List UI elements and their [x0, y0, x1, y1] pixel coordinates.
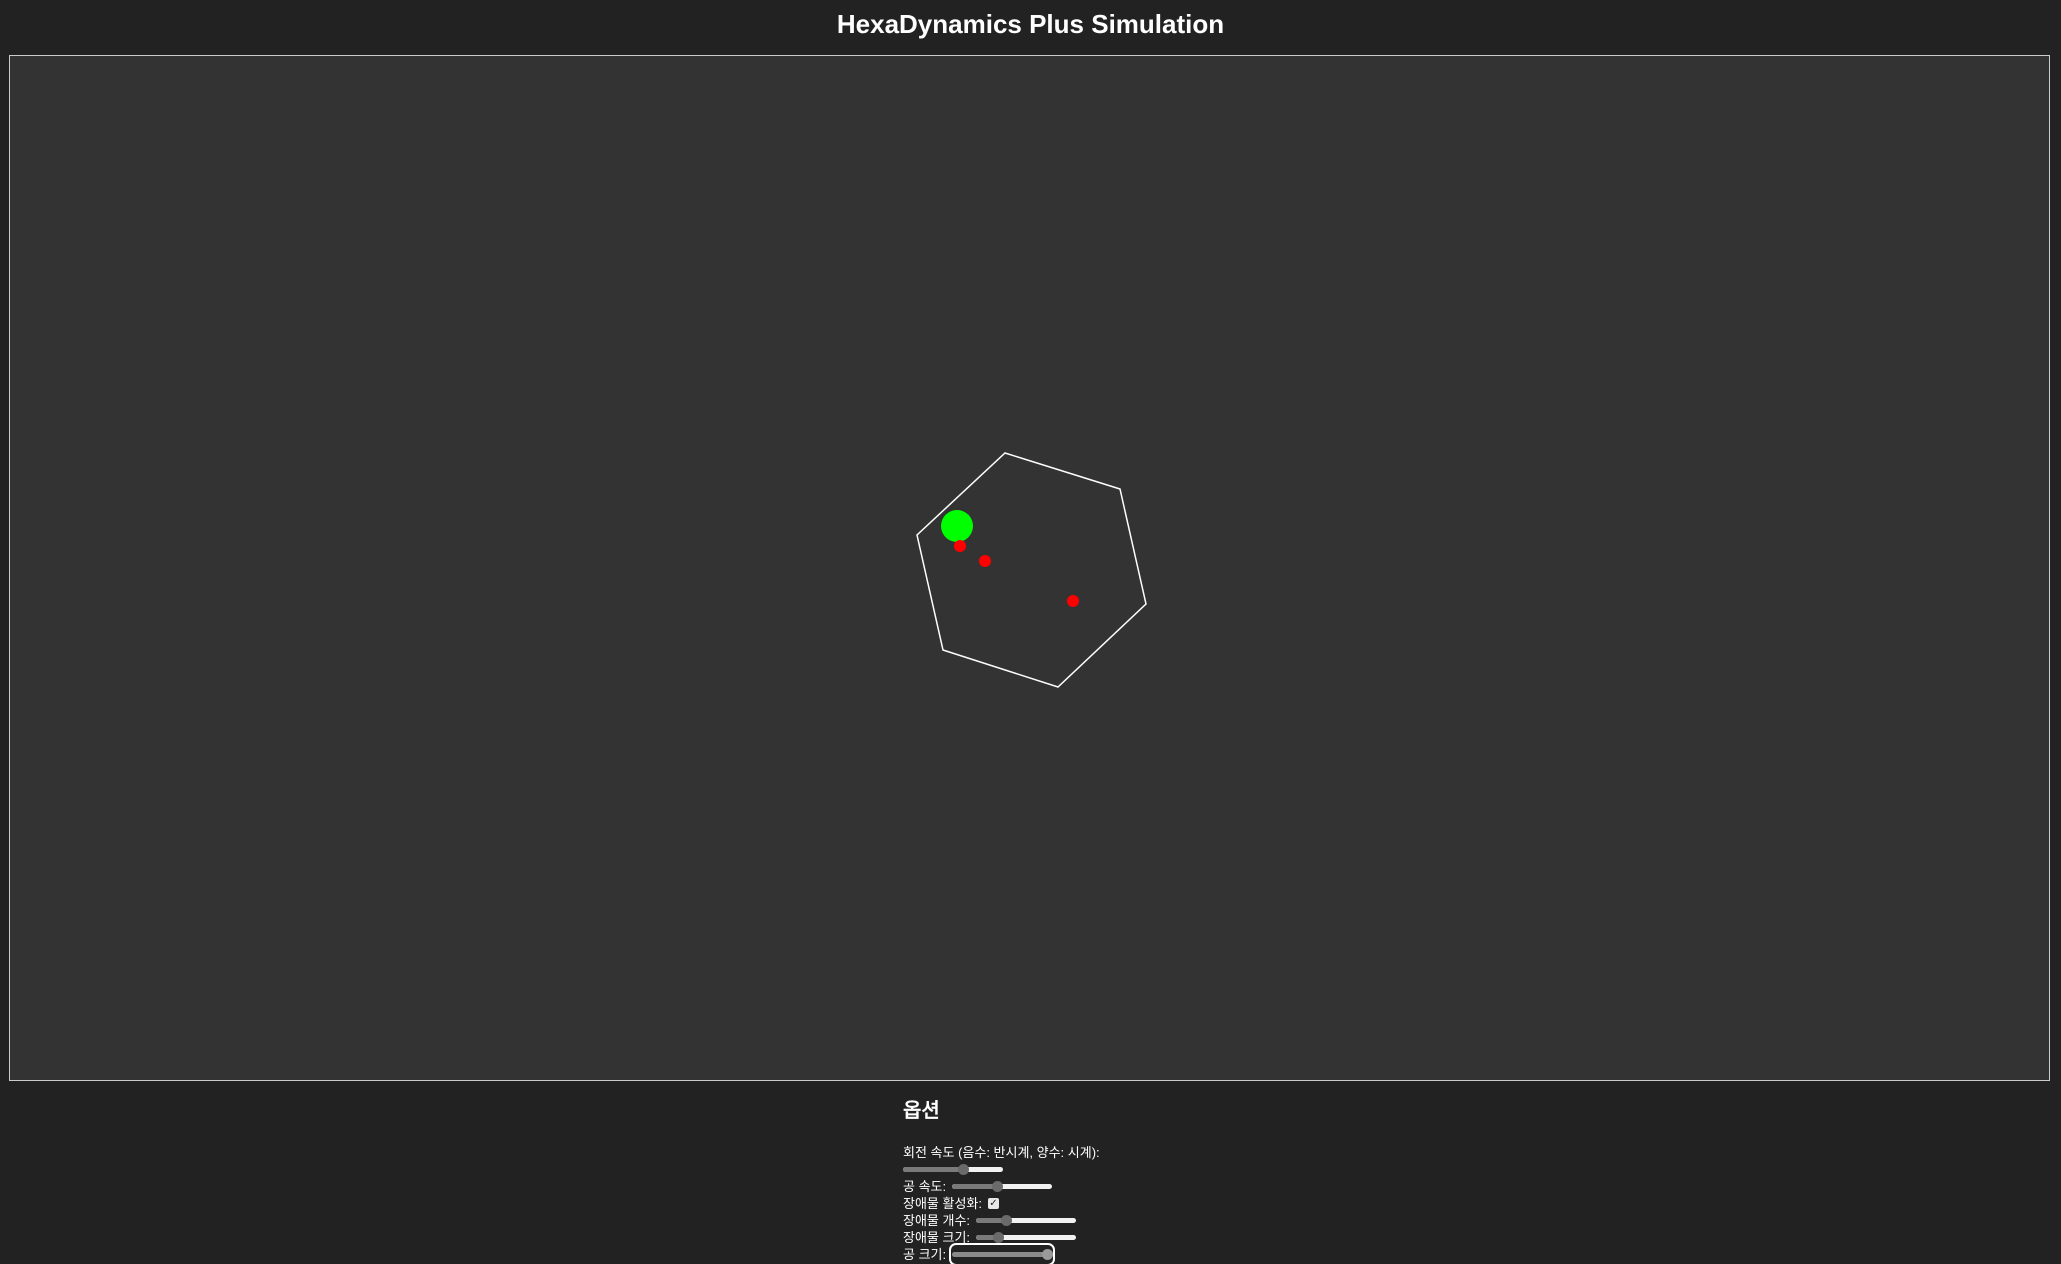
obstacle-count-slider[interactable]	[976, 1212, 1077, 1229]
slider-thumb[interactable]	[1042, 1249, 1054, 1260]
obstacle-size-slider[interactable]	[976, 1229, 1077, 1246]
obstacle-count-row: 장애물 개수:	[903, 1212, 1303, 1229]
red-obstacle	[1067, 595, 1079, 607]
slider-thumb[interactable]	[958, 1164, 969, 1175]
slider-thumb[interactable]	[1001, 1215, 1013, 1226]
rotation-speed-slider-row	[903, 1161, 1303, 1178]
ball-speed-label: 공 속도:	[903, 1179, 947, 1194]
slider-fill	[903, 1167, 963, 1172]
obstacle-count-label: 장애물 개수:	[903, 1213, 971, 1228]
slider-fill	[952, 1184, 998, 1189]
ball-size-label: 공 크기:	[903, 1247, 947, 1262]
red-obstacle	[979, 555, 991, 567]
page-title: HexaDynamics Plus Simulation	[836, 9, 1225, 39]
obstacle-size-row: 장애물 크기:	[903, 1229, 1303, 1246]
rotation-speed-label: 회전 속도 (음수: 반시계, 양수: 시계):	[903, 1145, 1100, 1160]
ball-speed-row: 공 속도:	[903, 1178, 1303, 1195]
rotation-speed-slider[interactable]	[903, 1161, 1003, 1178]
options-heading: 옵션	[903, 1100, 940, 1122]
slider-thumb[interactable]	[992, 1181, 1004, 1192]
rotating-hexagon	[916, 452, 1147, 688]
ball-size-slider[interactable]	[949, 1243, 1056, 1264]
rotation-speed-row: 회전 속도 (음수: 반시계, 양수: 시계):	[903, 1144, 1303, 1161]
obstacle-size-label: 장애물 크기:	[903, 1230, 971, 1245]
simulation-canvas[interactable]	[9, 55, 2050, 1081]
red-obstacle	[954, 540, 966, 552]
ball-speed-slider[interactable]	[952, 1178, 1053, 1195]
ball-size-row: 공 크기:	[903, 1243, 1303, 1264]
obstacles-enabled-checkbox[interactable]: ✓	[987, 1198, 999, 1209]
green-ball	[941, 510, 973, 542]
obstacles-enabled-label: 장애물 활성화:	[903, 1196, 982, 1211]
slider-fill	[952, 1252, 1048, 1257]
slider-thumb[interactable]	[993, 1232, 1005, 1243]
options-panel: 옵션 회전 속도 (음수: 반시계, 양수: 시계): 공 속도: 장애물 활성…	[903, 1096, 1303, 1264]
obstacles-enabled-row: 장애물 활성화: ✓	[903, 1195, 1303, 1212]
simulation-svg	[916, 452, 1147, 688]
